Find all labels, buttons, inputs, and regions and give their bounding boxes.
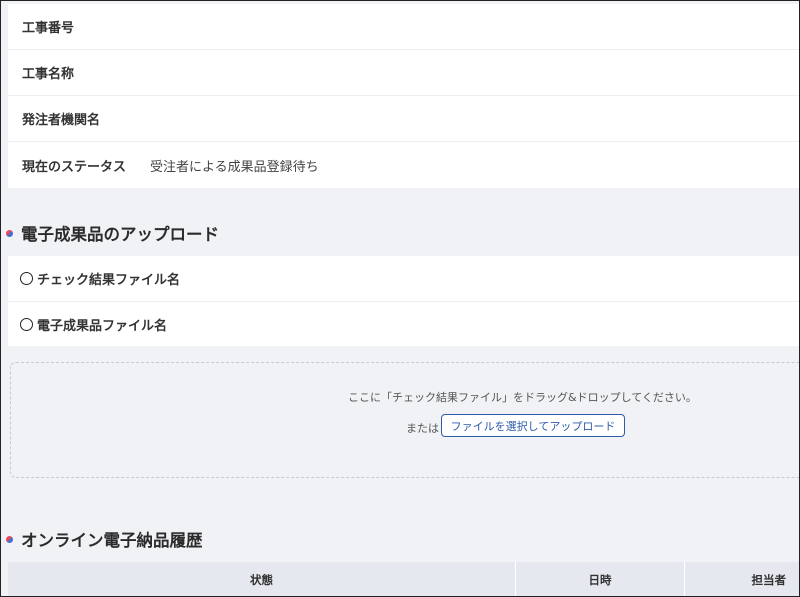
dropzone-message: ここに「チェック結果ファイル」をドラッグ&ドロップしてください。	[348, 391, 697, 404]
deliverable-file-row: 電子成果品ファイル名	[8, 302, 800, 346]
column-header-datetime: 日時	[516, 562, 685, 597]
upload-section-title: 電子成果品のアップロード	[6, 221, 219, 245]
dropzone-or-text: または	[406, 422, 439, 435]
project-name-label: 工事名称	[22, 67, 75, 82]
project-number-row: 工事番号	[8, 4, 800, 50]
file-dropzone[interactable]: ここに「チェック結果ファイル」をドラッグ&ドロップしてください。 または ファイ…	[10, 362, 800, 478]
circle-icon	[20, 272, 33, 285]
status-value: 受注者による成果品登録待ち	[150, 159, 319, 175]
project-name-row: 工事名称	[8, 50, 800, 96]
project-info-card: 工事番号 工事名称 発注者機関名 現在のステータス 受注者による成果品登録待ち	[8, 4, 800, 188]
deliverable-file-label: 電子成果品ファイル名	[37, 318, 168, 334]
bullet-icon	[6, 535, 13, 543]
bullet-icon	[6, 229, 13, 237]
circle-icon	[20, 317, 33, 331]
check-result-file-row: チェック結果ファイル名	[8, 256, 800, 302]
upload-section-title-text: 電子成果品のアップロード	[21, 225, 219, 244]
history-section-title-text: オンライン電子納品履歴	[21, 531, 203, 550]
status-label: 現在のステータス	[22, 159, 127, 175]
ordering-agency-label: 発注者機関名	[22, 113, 101, 128]
select-file-upload-button[interactable]: ファイルを選択してアップロード	[441, 414, 625, 437]
history-table-header: 状態 日時 担当者	[8, 562, 800, 597]
column-header-state: 状態	[8, 562, 516, 597]
column-header-person: 担当者	[751, 572, 787, 587]
status-row: 現在のステータス 受注者による成果品登録待ち	[8, 142, 800, 188]
project-number-label: 工事番号	[22, 21, 75, 36]
ordering-agency-row: 発注者機関名	[8, 96, 800, 142]
history-section-title: オンライン電子納品履歴	[6, 527, 203, 551]
upload-file-list: チェック結果ファイル名 電子成果品ファイル名	[8, 256, 800, 346]
check-result-file-label: チェック結果ファイル名	[37, 273, 181, 288]
